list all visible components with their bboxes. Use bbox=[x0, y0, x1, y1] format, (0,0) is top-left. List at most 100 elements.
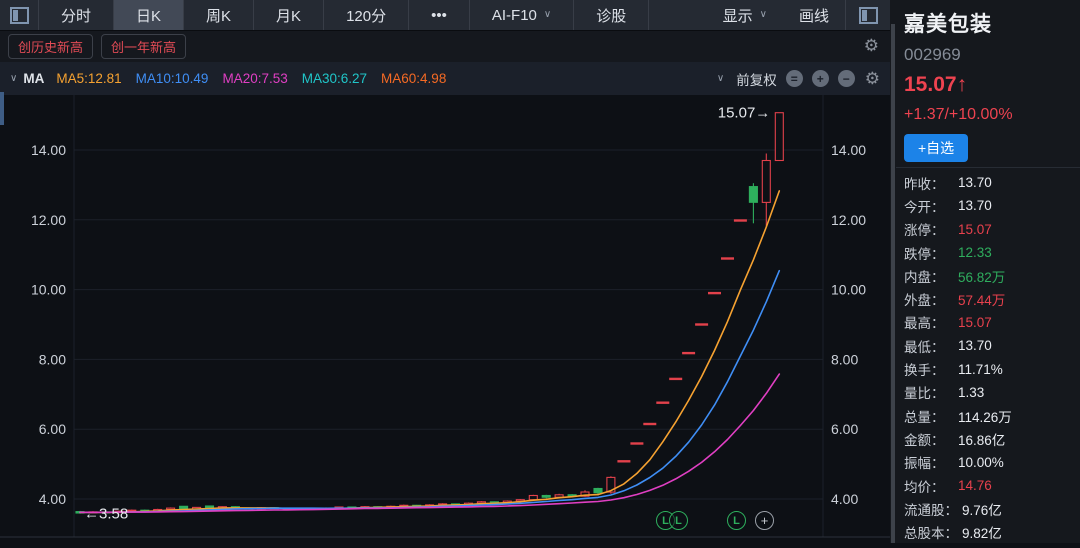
stat-value: 15.07 bbox=[958, 222, 992, 237]
stat-value: 14.76 bbox=[958, 478, 992, 493]
stat-value: 9.82亿 bbox=[962, 522, 1002, 542]
svg-text:4.00: 4.00 bbox=[831, 491, 858, 507]
overlay-single-button[interactable]: L bbox=[727, 511, 746, 530]
l-badge-icon: L bbox=[669, 511, 688, 530]
stat-row: 量比：1.33 bbox=[904, 381, 1078, 404]
stat-label: 外盘： bbox=[904, 289, 954, 309]
stat-row: 涨停：15.07 bbox=[904, 218, 1078, 241]
stat-row: 外盘：57.44万 bbox=[904, 287, 1078, 310]
stat-row: 最高：15.07 bbox=[904, 311, 1078, 334]
price-up-arrow-icon: ↑ bbox=[957, 73, 968, 96]
stat-row: 均价： 14.76 bbox=[904, 474, 1078, 497]
signal-chip[interactable]: 创历史新高 bbox=[8, 34, 93, 59]
stock-name: 嘉美包装 bbox=[904, 8, 1080, 38]
l-badge-icon: L bbox=[727, 511, 746, 530]
tab-label: 分时 bbox=[61, 5, 91, 26]
stat-label: 流通股： bbox=[904, 499, 958, 519]
svg-text:14.00: 14.00 bbox=[831, 142, 866, 158]
stat-value: 13.70 bbox=[958, 338, 992, 353]
svg-text:6.00: 6.00 bbox=[39, 421, 66, 437]
tab-more-periods[interactable]: ••• bbox=[409, 0, 470, 30]
adjust-mode-label[interactable]: 前复权 bbox=[736, 69, 777, 89]
tab-label: ••• bbox=[431, 7, 447, 24]
ma-values: MA5:12.81 MA10:10.49 MA20:7.53 MA30:6.27 MA6… bbox=[56, 71, 460, 86]
stat-row: 振幅：10.00% bbox=[904, 451, 1078, 474]
tool-label: 画线 bbox=[799, 5, 829, 26]
candlestick-chart[interactable]: 14.0014.0012.0012.0010.0010.008.008.006.… bbox=[0, 95, 890, 543]
layout-panel-right-button[interactable] bbox=[845, 0, 890, 30]
add-watchlist-button[interactable]: +自选 bbox=[904, 134, 968, 162]
ma-legend-ma10: MA10:10.49 bbox=[136, 71, 209, 86]
stat-row: 总量：114.26万 bbox=[904, 404, 1078, 427]
tool-draw-line[interactable]: 画线 bbox=[783, 0, 845, 30]
plus-icon: + bbox=[755, 511, 774, 530]
tab-label: 诊股 bbox=[596, 5, 626, 26]
tab-daily-k[interactable]: 日K bbox=[114, 0, 184, 30]
tab-label: 周K bbox=[206, 5, 231, 26]
svg-text:14.00: 14.00 bbox=[31, 142, 66, 158]
stat-value: 13.70 bbox=[958, 198, 992, 213]
stat-value: 1.33 bbox=[958, 385, 984, 400]
panel-left-icon bbox=[10, 7, 29, 24]
stat-label: 最低： bbox=[904, 336, 954, 356]
tab-diagnose[interactable]: 诊股 bbox=[574, 0, 649, 30]
stat-label: 振幅： bbox=[904, 452, 954, 472]
tool-display[interactable]: 显示∨ bbox=[707, 0, 783, 30]
zoom-out-button[interactable]: − bbox=[838, 70, 855, 87]
hidden-panel-edge[interactable] bbox=[0, 92, 4, 125]
chevron-down-icon[interactable]: ∨ bbox=[717, 74, 724, 84]
stock-app-window: { "toolbar": { "tabs": [ {"id":"minute",… bbox=[0, 0, 1080, 543]
price-change: +1.37/+10.00% bbox=[904, 106, 1080, 124]
chevron-down-icon[interactable]: ∨ bbox=[10, 74, 17, 84]
reset-zoom-button[interactable]: = bbox=[786, 70, 803, 87]
tab-ai-f10[interactable]: AI-F10∨ bbox=[470, 0, 574, 30]
zoom-in-button[interactable]: + bbox=[812, 70, 829, 87]
stat-row: 跌停：12.33 bbox=[904, 241, 1078, 264]
signal-chip[interactable]: 创一年新高 bbox=[101, 34, 186, 59]
gear-icon[interactable]: ⚙ bbox=[864, 37, 879, 54]
layout-panel-left-button[interactable] bbox=[0, 0, 39, 30]
last-price-value: 15.07 bbox=[904, 73, 957, 96]
period-toolbar: 分时 日K 周K 月K 120分 ••• AI-F10∨ 诊股 显示∨ 画线 bbox=[0, 0, 890, 31]
ma-group-label: MA bbox=[23, 71, 44, 86]
tab-monthly-k[interactable]: 月K bbox=[254, 0, 324, 30]
tab-minute[interactable]: 分时 bbox=[39, 0, 114, 30]
ma-legend-ma60: MA60:4.98 bbox=[381, 71, 446, 86]
ma-legend-ma20: MA20:7.53 bbox=[222, 71, 287, 86]
stat-value: 9.76亿 bbox=[962, 499, 1002, 519]
overlay-add-button[interactable]: + bbox=[755, 511, 774, 530]
signal-chips: 创历史新高创一年新高 bbox=[8, 34, 186, 59]
scrollbar[interactable] bbox=[891, 24, 895, 543]
tab-weekly-k[interactable]: 周K bbox=[184, 0, 254, 30]
stat-value: 56.82万 bbox=[958, 266, 1005, 286]
stat-row: 流通股：9.76亿 bbox=[904, 497, 1078, 520]
tab-label: 月K bbox=[276, 5, 301, 26]
svg-text:8.00: 8.00 bbox=[39, 351, 66, 367]
stat-label: 昨收： bbox=[904, 173, 954, 193]
stat-value: 57.44万 bbox=[958, 289, 1005, 309]
svg-text:10.00: 10.00 bbox=[31, 282, 66, 298]
svg-text:6.00: 6.00 bbox=[831, 421, 858, 437]
last-price: 15.07↑ bbox=[904, 73, 1080, 97]
ma-legend-ma30: MA30:6.27 bbox=[302, 71, 367, 86]
toolbar-right-tools: 显示∨ 画线 bbox=[707, 0, 845, 30]
period-tabs: 分时 日K 周K 月K 120分 ••• AI-F10∨ 诊股 bbox=[39, 0, 649, 30]
gear-icon[interactable]: ⚙ bbox=[865, 70, 880, 87]
stat-label: 换手： bbox=[904, 359, 954, 379]
stat-label: 均价： bbox=[904, 476, 954, 496]
svg-text:15.07→: 15.07→ bbox=[718, 105, 771, 122]
stat-value: 114.26万 bbox=[958, 406, 1012, 426]
stat-value: 16.86亿 bbox=[958, 429, 1005, 449]
ma-legend-ma5: MA5:12.81 bbox=[56, 71, 121, 86]
overlay-compare-button[interactable]: L L bbox=[656, 511, 688, 530]
tab-120min[interactable]: 120分 bbox=[324, 0, 409, 30]
stat-row: 金额：16.86亿 bbox=[904, 427, 1078, 450]
stat-label: 最高： bbox=[904, 312, 954, 332]
svg-text:10.00: 10.00 bbox=[831, 282, 866, 298]
chart-area[interactable]: 14.0014.0012.0012.0010.0010.008.008.006.… bbox=[0, 95, 890, 543]
tab-label: 日K bbox=[136, 5, 161, 26]
panel-divider bbox=[896, 167, 1080, 168]
quote-side-panel: 嘉美包装 002969 15.07↑ +1.37/+10.00% +自选 昨收：… bbox=[890, 0, 1080, 543]
stock-code: 002969 bbox=[904, 45, 1080, 65]
quote-stats-list: 昨收：13.70今开：13.70涨停：15.07跌停：12.33内盘：56.82… bbox=[904, 171, 1078, 544]
